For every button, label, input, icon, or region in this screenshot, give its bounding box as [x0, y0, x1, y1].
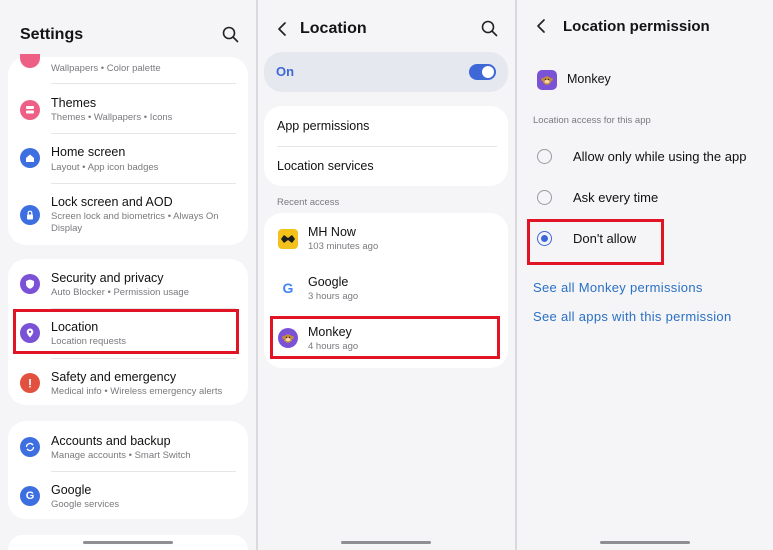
highlight-box-dont-allow: [527, 219, 664, 265]
google-label: Google: [308, 275, 349, 289]
shield-icon: [20, 274, 40, 294]
search-icon[interactable]: [220, 24, 242, 46]
page-title: Location: [300, 20, 367, 37]
mh-now-app-icon: [278, 229, 298, 249]
security-subtitle: Auto Blocker • Permission usage: [51, 287, 189, 298]
home-indicator: [341, 541, 431, 544]
highlight-box-location: [13, 309, 239, 354]
divider: [51, 471, 236, 472]
location-panel: Location On App permissions Location ser…: [258, 0, 515, 550]
lock-icon: [20, 205, 40, 225]
safety-subtitle: Medical info • Wireless emergency alerts: [51, 386, 223, 397]
location-toggle[interactable]: [469, 64, 496, 80]
lock-screen-label: Lock screen and AOD: [51, 195, 173, 209]
back-arrow-icon[interactable]: [272, 18, 294, 40]
highlight-box-monkey: [270, 316, 500, 359]
section-header: Location access for this app: [533, 115, 651, 126]
lock-screen-subtitle: Screen lock and biometrics • Always On D…: [51, 211, 219, 234]
home-screen-subtitle: Layout • App icon badges: [51, 162, 159, 173]
option-label: Ask every time: [573, 190, 659, 205]
accounts-label: Accounts and backup: [51, 434, 171, 448]
safety-label: Safety and emergency: [51, 370, 177, 384]
home-indicator: [600, 541, 690, 544]
divider: [51, 133, 236, 134]
option-label: Allow only while using the app: [573, 149, 747, 164]
google-time: 3 hours ago: [308, 291, 359, 302]
search-icon[interactable]: [479, 18, 501, 40]
google-logo-icon: G: [278, 278, 298, 298]
google-g-icon: G: [20, 486, 40, 506]
divider: [277, 146, 497, 147]
radio-ask-every-time[interactable]: [537, 190, 552, 205]
mh-now-time: 103 minutes ago: [308, 241, 379, 252]
monkey-app-icon: [537, 70, 557, 90]
google-subtitle: Google services: [51, 499, 120, 510]
page-title: Location permission: [563, 18, 710, 35]
divider: [51, 358, 236, 359]
sync-icon: [20, 437, 40, 457]
accounts-subtitle: Manage accounts • Smart Switch: [51, 450, 191, 461]
divider: [51, 183, 236, 184]
radio-allow-while-using[interactable]: [537, 149, 552, 164]
google-label: Google: [51, 483, 92, 497]
page-title: Settings: [20, 26, 84, 43]
see-all-apps-link[interactable]: See all apps with this permission: [533, 309, 732, 324]
app-permissions-item[interactable]: App permissions: [277, 119, 369, 133]
toggle-state-label: On: [276, 64, 295, 79]
emergency-icon: [20, 373, 40, 393]
settings-panel: Settings Wallpapers • Color palette Them…: [0, 0, 256, 550]
home-indicator: [83, 541, 173, 544]
home-screen-label: Home screen: [51, 145, 126, 159]
back-arrow-icon[interactable]: [531, 15, 553, 37]
see-all-monkey-permissions-link[interactable]: See all Monkey permissions: [533, 280, 703, 295]
location-master-toggle-row[interactable]: On: [264, 52, 508, 92]
permission-panel: Location permission Monkey Location acce…: [517, 0, 773, 550]
recent-access-header: Recent access: [277, 197, 340, 208]
themes-subtitle: Themes • Wallpapers • Icons: [51, 112, 173, 123]
home-icon: [20, 148, 40, 168]
location-services-item[interactable]: Location services: [277, 159, 374, 173]
wallpaper-subtitle: Wallpapers • Color palette: [51, 63, 161, 74]
toggle-knob: [482, 66, 494, 78]
themes-icon: [20, 100, 40, 120]
divider: [51, 83, 236, 84]
app-name: Monkey: [567, 72, 611, 86]
themes-label: Themes: [51, 96, 97, 110]
mh-now-label: MH Now: [308, 225, 356, 239]
security-label: Security and privacy: [51, 271, 164, 285]
